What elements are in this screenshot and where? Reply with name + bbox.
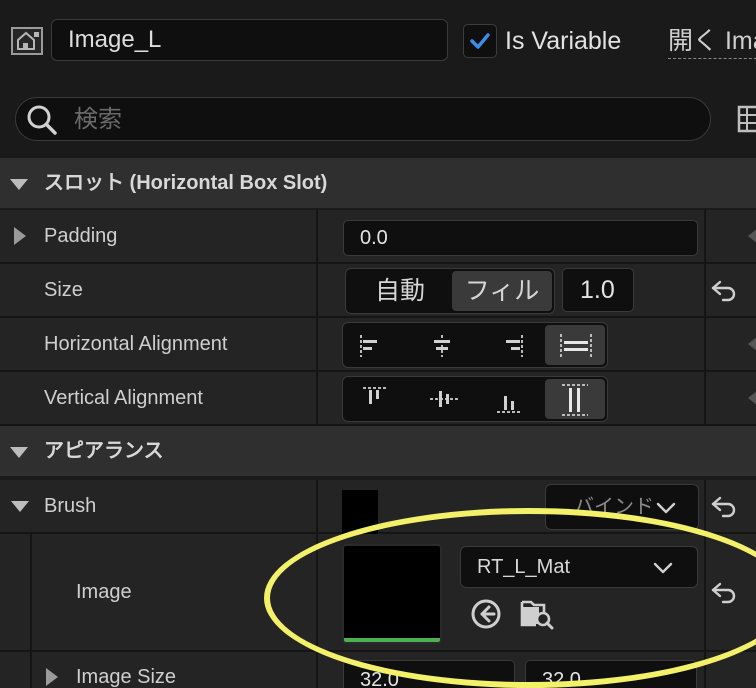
- use-selected-asset-icon[interactable]: [470, 598, 502, 630]
- expand-arrow-icon[interactable]: [46, 668, 58, 686]
- padding-input[interactable]: 0.0: [343, 220, 698, 256]
- section-title: アピアランス: [44, 440, 164, 462]
- brush-preview-swatch[interactable]: [342, 490, 378, 534]
- is-variable-checkbox[interactable]: [463, 24, 497, 58]
- image-size-y-input[interactable]: 32.0: [525, 660, 697, 688]
- row-padding: Padding 0.0: [0, 210, 756, 264]
- details-panel: Image_L Is Variable 開く Ima スロット (Horizon…: [0, 0, 756, 688]
- column-divider: [704, 264, 706, 316]
- checkmark-icon: [470, 33, 490, 49]
- collapse-arrow-icon[interactable]: [11, 501, 29, 512]
- vertical-alignment-toggle: [342, 376, 608, 422]
- edge-arrow-icon: [748, 336, 756, 352]
- asset-name: RT_L_Mat: [477, 556, 571, 578]
- size-fill-option[interactable]: フィル: [452, 271, 552, 311]
- row-label: Vertical Alignment: [44, 387, 203, 409]
- size-rule-toggle: 自動 フィル: [345, 268, 555, 314]
- align-top-icon[interactable]: [361, 385, 389, 413]
- image-size-x-input[interactable]: 32.0: [343, 660, 515, 688]
- align-center-icon[interactable]: [428, 333, 456, 359]
- edge-arrow-icon: [748, 390, 756, 406]
- column-divider: [316, 480, 318, 532]
- row-vertical-alignment: Vertical Alignment: [0, 372, 756, 426]
- row-label: Image: [76, 581, 132, 603]
- size-auto-option[interactable]: 自動: [350, 271, 450, 311]
- horizontal-alignment-toggle: [342, 322, 608, 368]
- align-fill-option[interactable]: [545, 325, 605, 365]
- section-title: スロット (Horizontal Box Slot): [44, 172, 328, 194]
- search-input[interactable]: [72, 98, 676, 142]
- details-header: Image_L Is Variable 開く Ima: [0, 0, 756, 82]
- size-value-input[interactable]: 1.0: [562, 268, 634, 312]
- column-divider: [316, 318, 318, 370]
- row-size: Size 自動 フィル 1.0: [0, 264, 756, 318]
- row-image: Image RT_L_Mat: [0, 534, 756, 652]
- align-bottom-icon[interactable]: [495, 385, 523, 415]
- section-appearance[interactable]: アピアランス: [0, 426, 756, 478]
- align-left-icon[interactable]: [357, 333, 385, 359]
- open-link[interactable]: 開く Ima: [668, 24, 756, 59]
- align-right-icon[interactable]: [498, 333, 526, 359]
- row-label: Image Size: [76, 666, 177, 688]
- collapse-arrow-icon: [10, 447, 28, 458]
- row-image-size: Image Size 32.0 32.0: [0, 652, 756, 688]
- reset-arrow-icon[interactable]: [710, 278, 738, 302]
- edge-arrow-icon: [748, 228, 756, 244]
- property-matrix-icon[interactable]: [737, 104, 756, 134]
- column-divider: [316, 210, 318, 262]
- widget-home-icon: [11, 27, 43, 55]
- reset-arrow-icon[interactable]: [710, 580, 738, 604]
- column-divider: [704, 318, 706, 370]
- align-fill-icon: [560, 334, 592, 358]
- search-icon: [27, 105, 57, 135]
- column-divider: [704, 372, 706, 424]
- bind-label: バインド: [574, 496, 654, 518]
- column-divider: [704, 480, 706, 532]
- asset-picker-dropdown[interactable]: RT_L_Mat: [460, 546, 698, 588]
- column-divider: [316, 372, 318, 424]
- row-label: Padding: [44, 225, 118, 247]
- column-divider: [316, 652, 318, 688]
- indent-guide: [30, 534, 32, 650]
- column-divider: [316, 534, 318, 650]
- chevron-down-icon: [653, 562, 673, 574]
- valign-fill-icon: [562, 384, 588, 416]
- valign-fill-option[interactable]: [545, 379, 605, 419]
- browse-folder-icon[interactable]: [520, 598, 554, 630]
- row-label: Size: [44, 279, 83, 301]
- column-divider: [316, 264, 318, 316]
- image-thumbnail[interactable]: [342, 544, 442, 644]
- row-label: Horizontal Alignment: [44, 333, 228, 355]
- collapse-arrow-icon: [10, 179, 28, 190]
- reset-arrow-icon[interactable]: [710, 494, 738, 518]
- is-variable-label: Is Variable: [505, 27, 622, 55]
- row-label: Brush: [44, 495, 97, 517]
- search-box[interactable]: [15, 97, 711, 142]
- section-slot[interactable]: スロット (Horizontal Box Slot): [0, 158, 756, 210]
- align-vcenter-icon[interactable]: [428, 385, 460, 413]
- row-horizontal-alignment: Horizontal Alignment: [0, 318, 756, 372]
- chevron-down-icon: [656, 502, 676, 514]
- thumbnail-asset-bar: [344, 638, 440, 642]
- bind-dropdown[interactable]: バインド: [545, 484, 699, 530]
- row-brush: Brush バインド: [0, 480, 756, 534]
- expand-arrow-icon[interactable]: [14, 227, 26, 245]
- indent-guide: [30, 652, 32, 688]
- column-divider: [704, 652, 706, 688]
- column-divider: [704, 534, 706, 650]
- column-divider: [704, 210, 706, 262]
- widget-name-field[interactable]: Image_L: [51, 19, 448, 61]
